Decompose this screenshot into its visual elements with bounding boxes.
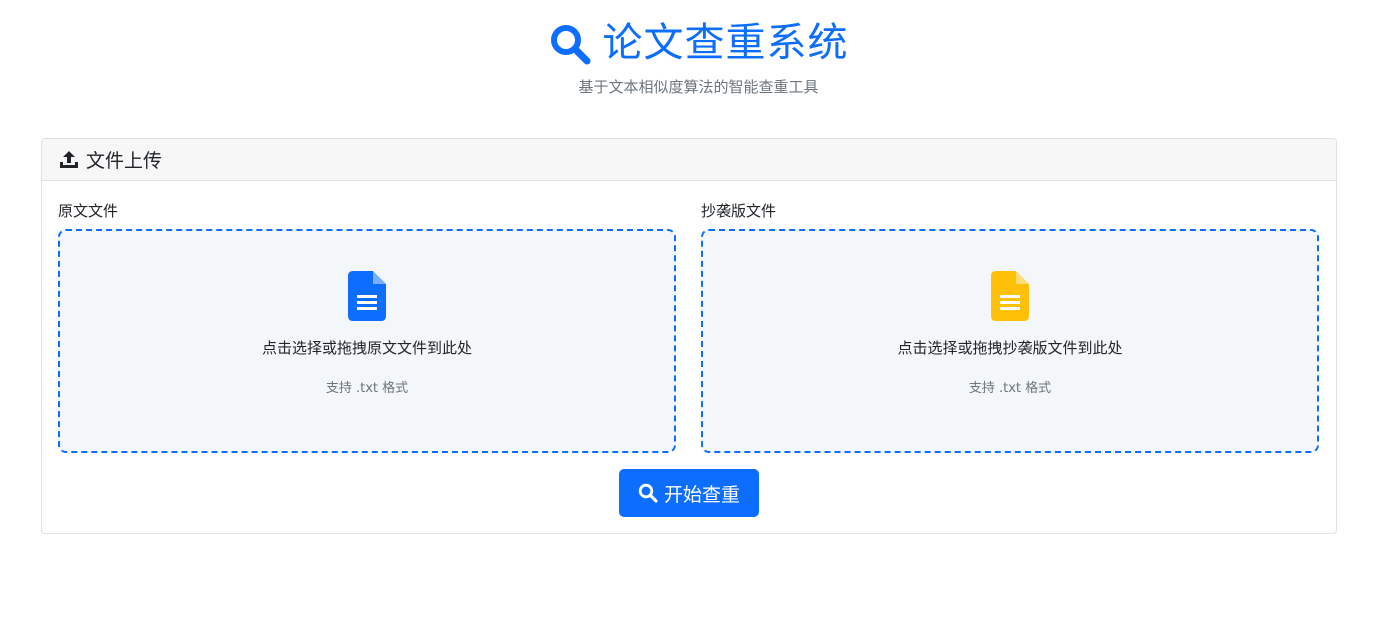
page-subtitle: 基于文本相似度算法的智能查重工具	[578, 78, 819, 96]
original-file-label: 原文文件	[58, 202, 119, 220]
search-icon	[638, 483, 658, 503]
plagiarized-file-dropzone[interactable]: 点击选择或拖拽抄袭版文件到此处 支持 .txt 格式	[701, 229, 1319, 453]
upload-card: 文件上传 原文文件 点击选择或拖拽原文文件到此处 支持 .txt 格式 抄袭版文…	[41, 138, 1337, 534]
original-dropzone-prompt: 点击选择或拖拽原文文件到此处	[261, 339, 472, 357]
page-title: 论文查重系统	[602, 20, 849, 66]
plagiarized-file-label: 抄袭版文件	[701, 202, 777, 220]
upload-icon	[60, 150, 78, 168]
file-text-icon	[991, 271, 1029, 321]
file-text-icon	[348, 271, 386, 321]
search-icon	[550, 25, 590, 65]
title-row: 论文查重系统	[0, 18, 1397, 68]
plagiarized-dropzone-prompt: 点击选择或拖拽抄袭版文件到此处	[897, 339, 1123, 357]
start-check-button[interactable]: 开始查重	[619, 469, 759, 517]
card-header: 文件上传	[42, 139, 1336, 181]
plagiarized-dropzone-hint: 支持 .txt 格式	[968, 381, 1052, 396]
start-check-button-label: 开始查重	[663, 483, 740, 506]
original-file-dropzone[interactable]: 点击选择或拖拽原文文件到此处 支持 .txt 格式	[58, 229, 676, 453]
original-dropzone-hint: 支持 .txt 格式	[325, 381, 409, 396]
card-title: 文件上传	[86, 150, 163, 172]
